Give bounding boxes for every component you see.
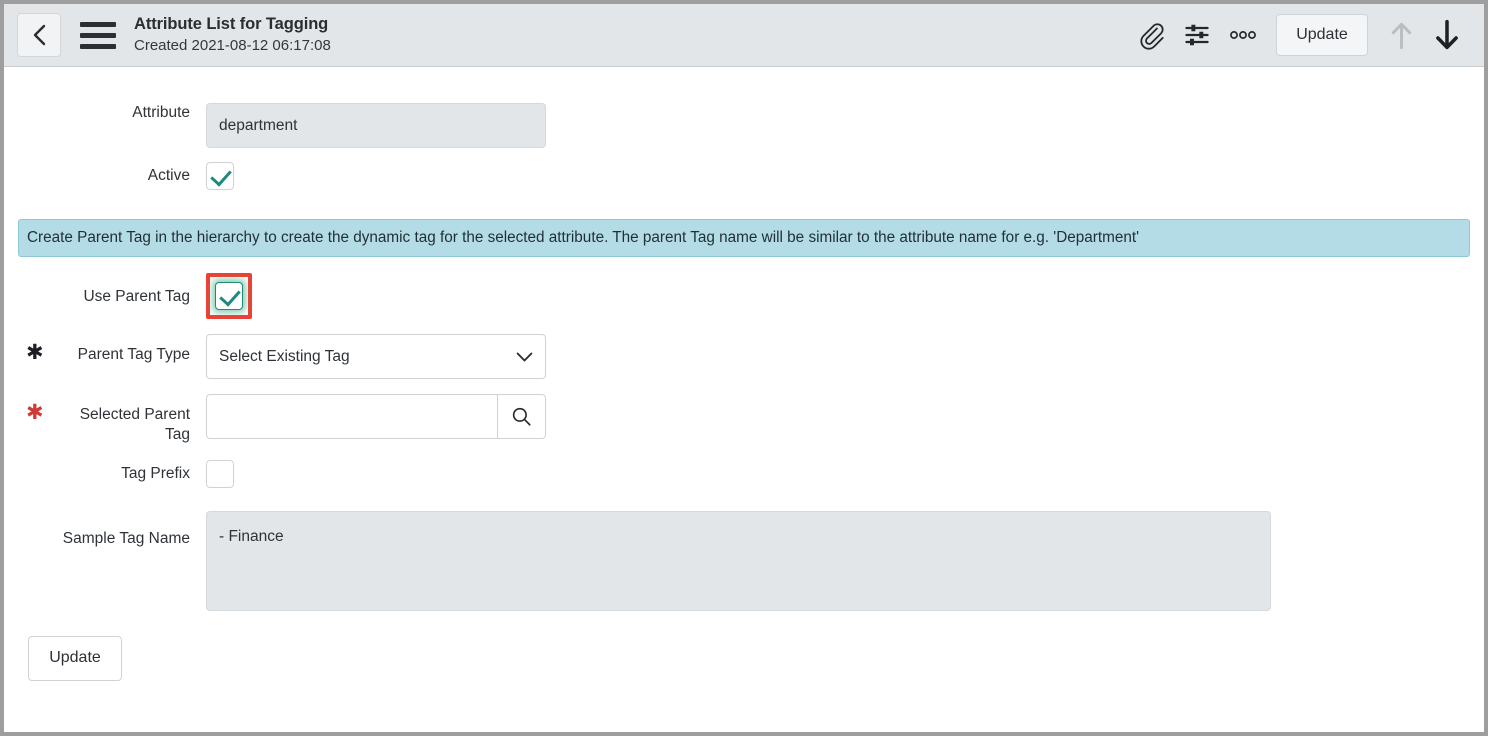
hamburger-menu-icon[interactable]	[80, 20, 116, 50]
chevron-left-icon	[31, 23, 48, 47]
required-asterisk-icon: ✱	[26, 402, 44, 423]
attribute-label: Attribute	[4, 103, 206, 123]
selected-parent-tag-label: ✱ Selected Parent Tag	[4, 394, 206, 445]
arrow-up-icon	[1388, 20, 1415, 51]
more-options-button[interactable]	[1220, 12, 1266, 58]
use-parent-tag-label: Use Parent Tag	[4, 273, 206, 307]
parent-tag-type-control: Select Existing Tag	[206, 334, 1484, 379]
field-row-active: Active	[4, 162, 1484, 195]
selected-parent-tag-label-line2: Tag	[165, 426, 190, 443]
field-row-tag-prefix: Tag Prefix	[4, 460, 1484, 493]
tag-prefix-checkbox[interactable]	[206, 460, 234, 488]
page-created-timestamp: Created 2021-08-12 06:17:08	[134, 37, 331, 55]
use-parent-tag-control	[206, 273, 1484, 319]
app-header: Attribute List for Tagging Created 2021-…	[4, 4, 1484, 67]
next-record-button[interactable]	[1424, 12, 1470, 58]
active-label: Active	[4, 162, 206, 186]
chevron-down-icon	[516, 351, 533, 362]
parent-tag-type-label: ✱ Parent Tag Type	[4, 334, 206, 365]
use-parent-tag-checkbox[interactable]	[215, 282, 243, 310]
sliders-icon	[1183, 21, 1211, 49]
filter-settings-button[interactable]	[1174, 12, 1220, 58]
tag-prefix-control	[206, 460, 1484, 493]
application-window: Attribute List for Tagging Created 2021-…	[4, 4, 1484, 732]
tag-prefix-label: Tag Prefix	[4, 460, 206, 484]
arrow-down-icon	[1432, 18, 1462, 52]
header-title-block: Attribute List for Tagging Created 2021-…	[134, 15, 331, 54]
sample-tag-name-label: Sample Tag Name	[4, 511, 206, 549]
info-banner: Create Parent Tag in the hierarchy to cr…	[18, 219, 1470, 257]
footer-update-button[interactable]: Update	[28, 636, 122, 681]
attribute-value-field: department	[206, 103, 546, 148]
annotation-highlight-box	[206, 273, 252, 319]
attachment-button[interactable]	[1128, 12, 1174, 58]
parent-tag-type-value: Select Existing Tag	[219, 348, 350, 366]
attribute-control: department	[206, 103, 1484, 148]
field-row-parent-tag-type: ✱ Parent Tag Type Select Existing Tag	[4, 334, 1484, 379]
field-row-sample-tag-name: Sample Tag Name	[4, 511, 1484, 616]
sample-tag-name-textarea	[206, 511, 1271, 611]
active-checkbox[interactable]	[206, 162, 234, 190]
header-update-button[interactable]: Update	[1276, 14, 1368, 56]
magnifier-icon	[510, 405, 533, 428]
hamburger-bar	[80, 44, 116, 49]
page-title: Attribute List for Tagging	[134, 15, 331, 34]
field-row-attribute: Attribute department	[4, 103, 1484, 148]
parent-tag-type-label-text: Parent Tag Type	[78, 346, 190, 363]
selected-parent-tag-input[interactable]	[206, 394, 497, 439]
sample-tag-name-control	[206, 511, 1484, 616]
previous-record-button[interactable]	[1378, 12, 1424, 58]
hamburger-bar	[80, 22, 116, 27]
form-body: Attribute department Active Create Paren…	[4, 103, 1484, 732]
selected-parent-tag-label-line1: Selected Parent	[80, 406, 190, 423]
back-button[interactable]	[17, 13, 61, 57]
selected-parent-tag-search-group	[206, 394, 546, 439]
info-banner-text: Create Parent Tag in the hierarchy to cr…	[27, 229, 1139, 247]
active-control	[206, 162, 1484, 195]
selected-parent-tag-control	[206, 394, 1484, 439]
selected-parent-tag-search-button[interactable]	[497, 394, 546, 439]
field-row-selected-parent-tag: ✱ Selected Parent Tag	[4, 394, 1484, 445]
field-row-use-parent-tag: Use Parent Tag	[4, 273, 1484, 319]
footer-actions: Update	[4, 636, 1484, 681]
hamburger-bar	[80, 33, 116, 38]
ellipsis-icon	[1228, 28, 1258, 42]
paperclip-icon	[1137, 21, 1166, 50]
parent-tag-type-select[interactable]: Select Existing Tag	[206, 334, 546, 379]
required-asterisk-icon: ✱	[26, 342, 44, 363]
